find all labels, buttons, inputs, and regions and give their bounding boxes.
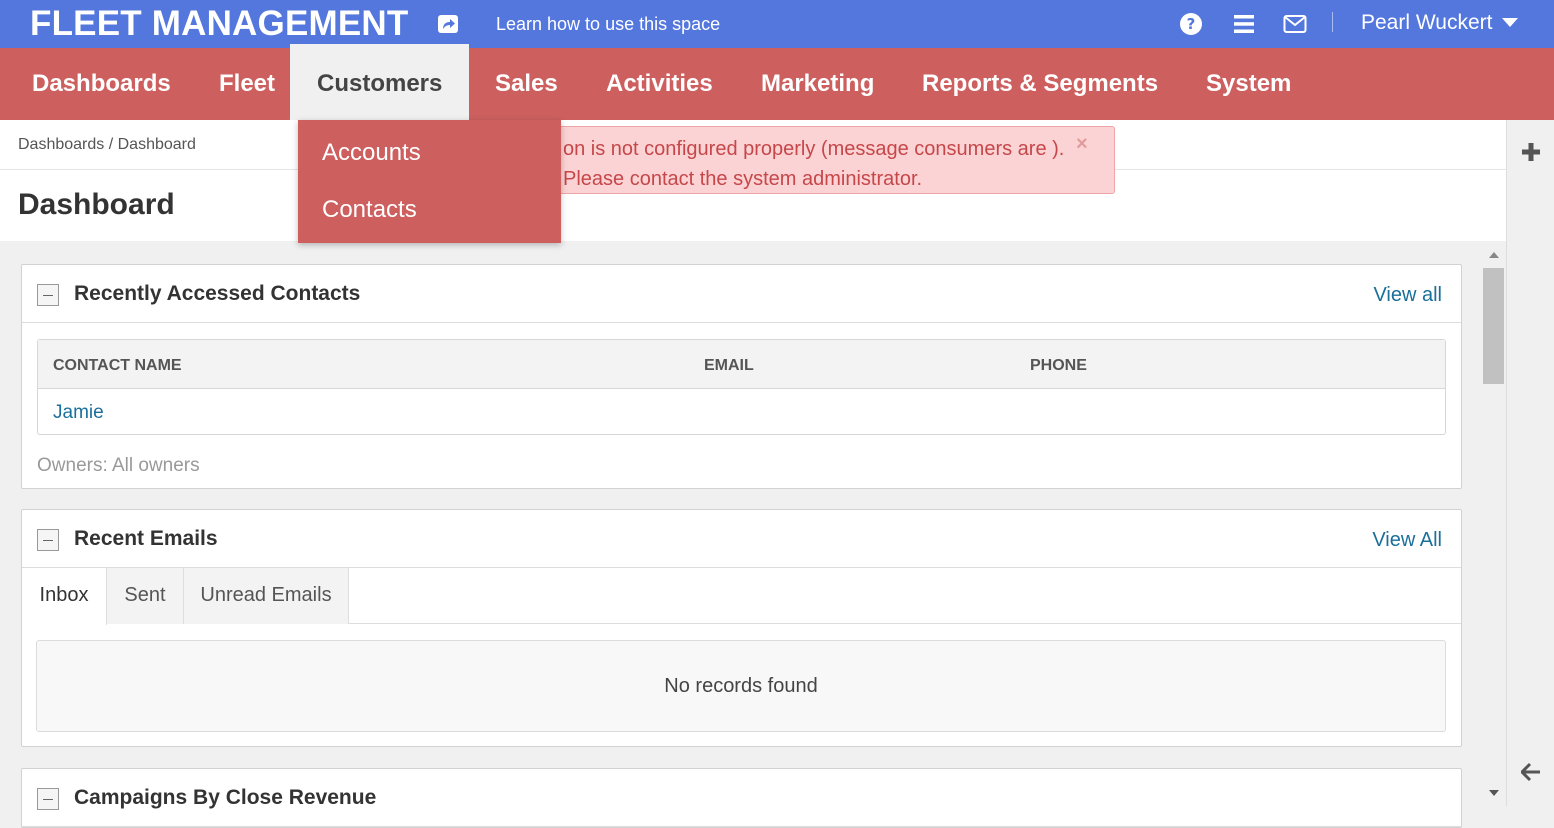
contact-name-link[interactable]: Jamie [53,402,104,424]
collapse-button[interactable] [37,788,59,810]
top-bar: FLEET MANAGEMENT Learn how to use this s… [0,0,1554,48]
nav-dashboards[interactable]: Dashboards [32,48,171,120]
column-header[interactable]: EMAIL [704,357,754,375]
error-alert: on is not configured properly (message c… [512,126,1115,194]
view-all-link[interactable]: View all [1373,284,1442,307]
customers-dropdown: Accounts Contacts [298,120,561,243]
nav-marketing[interactable]: Marketing [761,48,874,120]
svg-text:?: ? [1187,15,1196,33]
nav-system[interactable]: System [1206,48,1291,120]
menu-item-contacts[interactable]: Contacts [322,196,417,224]
nav-sales[interactable]: Sales [495,48,558,120]
widget-title: Recent Emails [74,527,218,550]
menu-item-accounts[interactable]: Accounts [322,139,421,167]
mail-icon[interactable] [1283,12,1307,36]
widget-header: Recently Accessed Contacts View all [22,265,1461,323]
collapse-button[interactable] [37,529,59,551]
tab-inbox[interactable]: Inbox [22,568,107,625]
owners-filter: Owners: All owners [37,455,200,476]
nav-activities[interactable]: Activities [606,48,713,120]
contacts-widget: Recently Accessed Contacts View all CONT… [21,264,1462,489]
nav-reports-segments[interactable]: Reports & Segments [922,48,1158,120]
menu-icon[interactable] [1232,12,1256,36]
empty-message: No records found [664,675,818,697]
tab-unread-emails[interactable]: Unread Emails [184,568,349,624]
plus-icon[interactable] [1521,142,1541,162]
empty-state: No records found [36,640,1446,732]
caret-down-icon[interactable] [1502,18,1518,27]
scrollbar[interactable] [1483,248,1505,806]
nav-fleet[interactable]: Fleet [219,48,275,120]
alert-message: on is not configured properly (message c… [563,138,1065,190]
topbar-divider [1332,12,1333,32]
emails-widget: Recent Emails View All Inbox Sent Unread… [21,509,1462,747]
scroll-down-arrow[interactable] [1489,790,1499,796]
widget-title: Recently Accessed Contacts [74,282,361,305]
arrow-left-icon[interactable] [1521,762,1541,782]
column-header[interactable]: CONTACT NAME [53,357,182,375]
side-panel [1506,120,1554,806]
widget-header: Campaigns By Close Revenue [22,769,1461,827]
page-title: Dashboard [18,188,175,221]
widget-title: Campaigns By Close Revenue [74,786,377,809]
main-nav: Dashboards Fleet Customers Sales Activit… [0,44,1554,120]
scroll-up-arrow[interactable] [1489,252,1499,258]
nav-customers[interactable]: Customers [290,44,470,120]
learn-link[interactable]: Learn how to use this space [496,14,720,35]
campaigns-widget: Campaigns By Close Revenue [21,768,1462,828]
breadcrumb[interactable]: Dashboards / Dashboard [18,136,196,154]
help-icon[interactable]: ? [1179,12,1203,36]
contacts-table: CONTACT NAME EMAIL PHONE Jamie [37,339,1446,435]
share-icon[interactable] [437,14,459,34]
column-header[interactable]: PHONE [1030,357,1087,375]
tab-sent[interactable]: Sent [107,568,184,624]
view-all-link[interactable]: View All [1372,529,1442,552]
collapse-button[interactable] [37,284,59,306]
email-tabs: Inbox Sent Unread Emails [22,568,1461,625]
user-menu[interactable]: Pearl Wuckert [1361,11,1493,35]
app-logo[interactable]: FLEET MANAGEMENT [30,4,408,44]
table-header: CONTACT NAME EMAIL PHONE [38,340,1445,389]
close-icon[interactable]: × [1076,133,1088,156]
scroll-thumb[interactable] [1483,268,1504,384]
widget-header: Recent Emails View All [22,510,1461,568]
